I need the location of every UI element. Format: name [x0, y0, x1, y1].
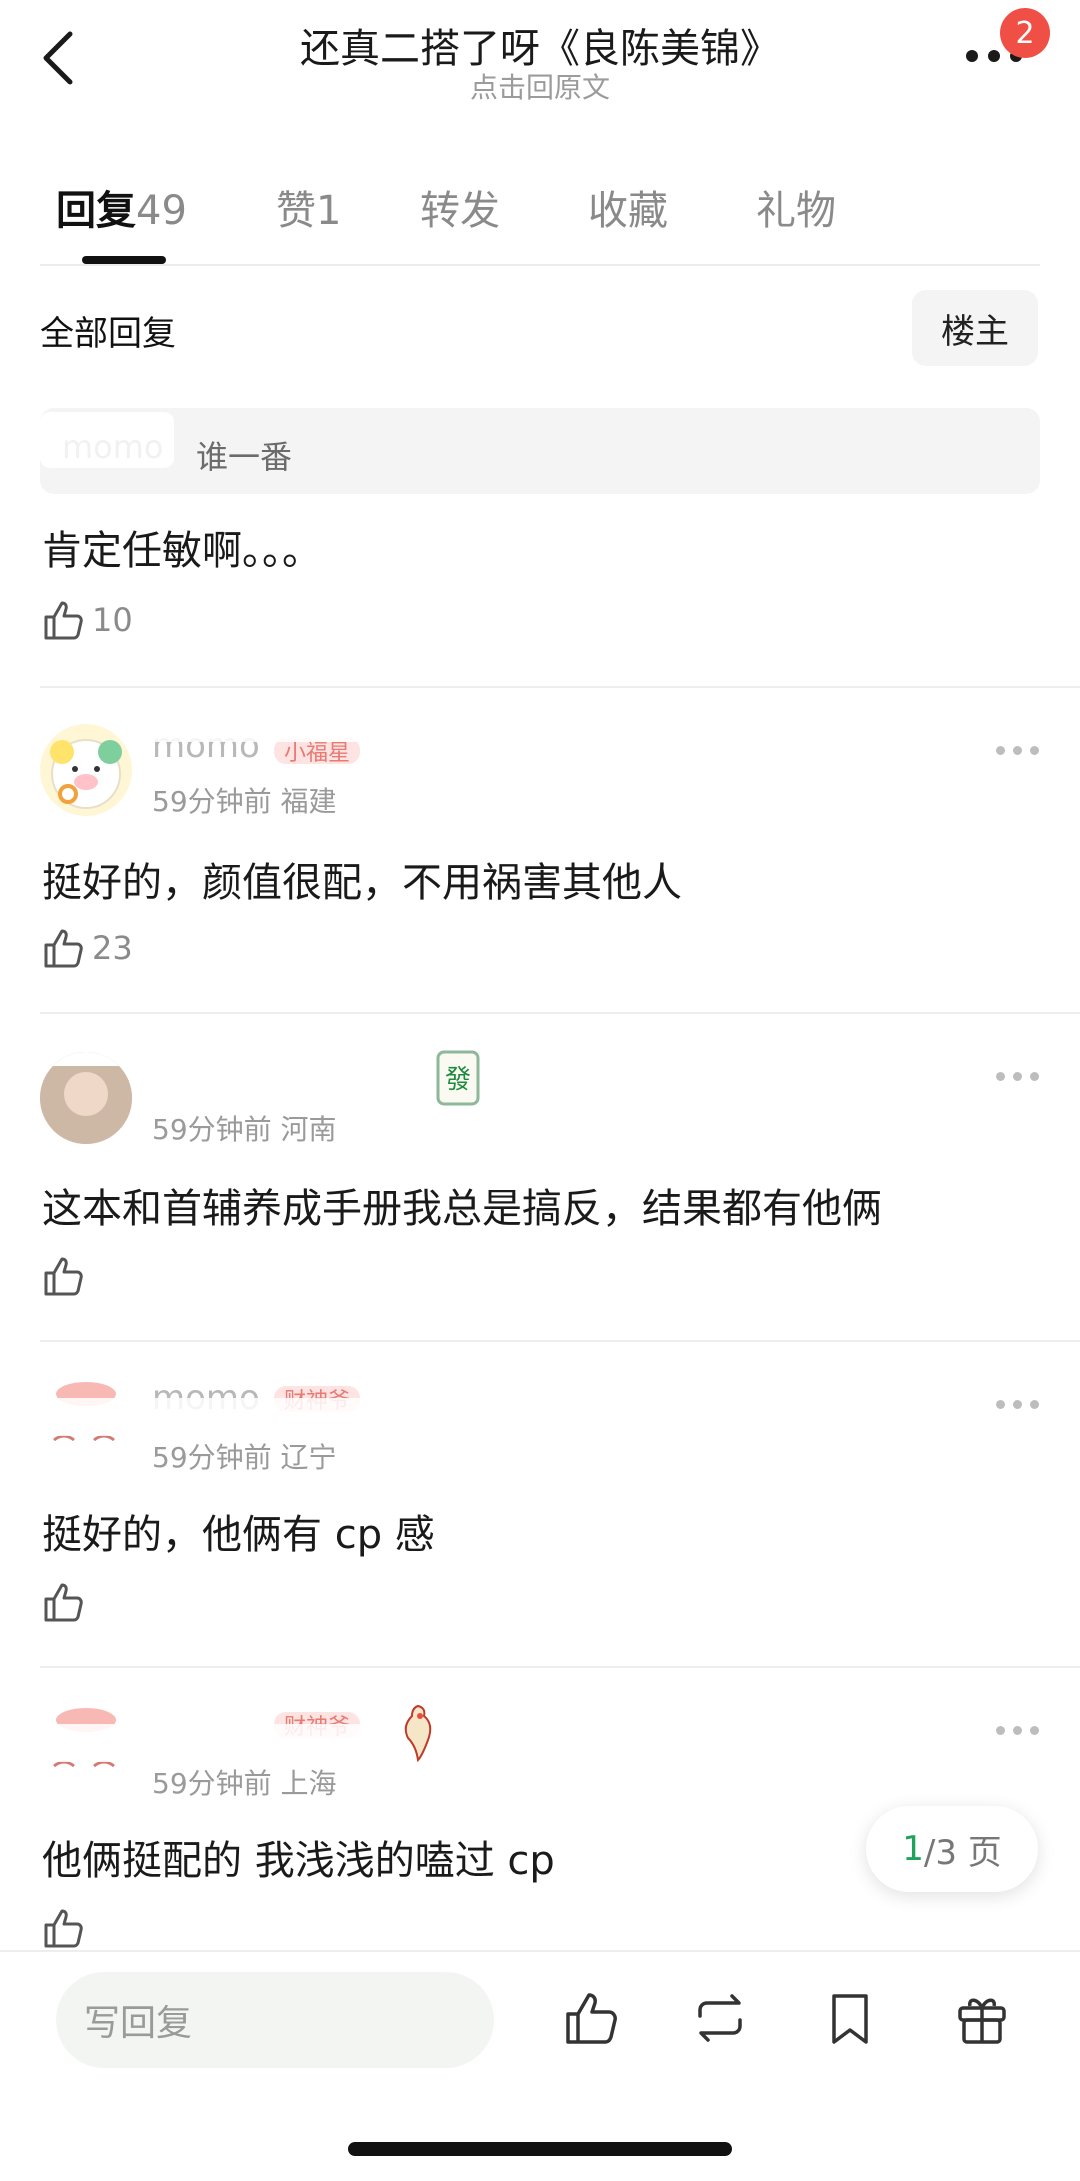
back-to-original-link[interactable]: 点击回原文 — [0, 66, 1080, 106]
tab-active-indicator — [82, 256, 166, 264]
like-button[interactable] — [42, 1906, 86, 1950]
page-indicator[interactable]: 1/3 页 — [866, 1806, 1038, 1892]
divider — [40, 1012, 1080, 1014]
rooster-icon — [398, 1700, 438, 1764]
avatar[interactable] — [40, 1052, 132, 1144]
gift-icon[interactable] — [952, 1988, 1012, 2048]
thumb-up-icon — [44, 1909, 83, 1948]
tab-bar: 回复49 赞1 转发 收藏 礼物 — [0, 178, 1080, 258]
svg-text:發: 發 — [445, 1065, 471, 1095]
thumb-up-icon — [44, 1583, 83, 1622]
tab-favorites[interactable]: 收藏 — [588, 178, 668, 236]
reply-meta: 59分钟前 福建 — [152, 785, 337, 818]
more-options-icon[interactable] — [996, 1072, 1039, 1081]
tab-likes[interactable]: 赞1 — [276, 178, 341, 236]
more-options-icon[interactable] — [996, 746, 1039, 755]
quote-text: 谁一番 — [196, 438, 293, 476]
tab-gifts[interactable]: 礼物 — [756, 178, 836, 236]
reply-text: 挺好的，颜值很配，不用祸害其他人 — [42, 860, 682, 906]
divider — [40, 686, 1080, 688]
section-title: 全部回复 — [40, 314, 176, 354]
reply-input[interactable]: 写回复 — [56, 1972, 494, 2068]
tab-replies[interactable]: 回复49 — [56, 178, 187, 236]
like-count: 23 — [92, 929, 133, 967]
bookmark-icon[interactable] — [820, 1988, 880, 2048]
home-indicator[interactable] — [348, 2142, 732, 2156]
reply-text: 他俩挺配的 我浅浅的嗑过 cp — [42, 1838, 555, 1884]
repost-icon[interactable] — [690, 1988, 750, 2048]
like-button[interactable]: 23 — [42, 926, 133, 970]
tab-reposts[interactable]: 转发 — [420, 178, 500, 236]
quoted-reply[interactable] — [40, 408, 1040, 494]
more-options-icon[interactable] — [996, 1400, 1039, 1409]
reply-meta: 59分钟前 辽宁 — [152, 1441, 337, 1474]
like-count: 10 — [92, 601, 133, 639]
mahjong-fa-icon: 發 — [436, 1050, 482, 1108]
divider — [40, 1666, 1080, 1668]
thumb-up-icon — [44, 929, 83, 968]
photo-avatar-icon — [40, 1052, 132, 1144]
more-options-icon[interactable] — [996, 1726, 1039, 1735]
reply-text: 肯定任敏啊。。。 — [42, 528, 322, 574]
divider — [40, 1340, 1080, 1342]
reply-meta: 59分钟前 河南 — [152, 1113, 337, 1146]
divider — [40, 264, 1040, 266]
redaction-blur — [40, 1398, 400, 1436]
reply-text: 挺好的，他俩有 cp 感 — [42, 1512, 435, 1558]
like-button[interactable]: 10 — [42, 598, 133, 642]
redaction-blur — [40, 412, 174, 468]
like-button[interactable] — [42, 1580, 92, 1624]
reply-meta: 59分钟前 上海 — [152, 1767, 337, 1800]
redaction-blur — [40, 1724, 400, 1762]
thumb-up-icon[interactable] — [562, 1988, 622, 2048]
like-button[interactable] — [42, 1254, 92, 1298]
owner-filter-button[interactable]: 楼主 — [912, 290, 1038, 366]
thumb-up-icon — [44, 601, 83, 640]
pig-avatar-icon — [50, 739, 122, 809]
notification-badge: 2 — [1000, 8, 1050, 58]
reply-text: 这本和首辅养成手册我总是搞反，结果都有他俩 — [42, 1186, 882, 1232]
thumb-up-icon — [44, 1257, 83, 1296]
redaction-blur — [150, 724, 390, 742]
redaction-blur — [150, 1054, 430, 1072]
avatar[interactable] — [40, 724, 132, 816]
